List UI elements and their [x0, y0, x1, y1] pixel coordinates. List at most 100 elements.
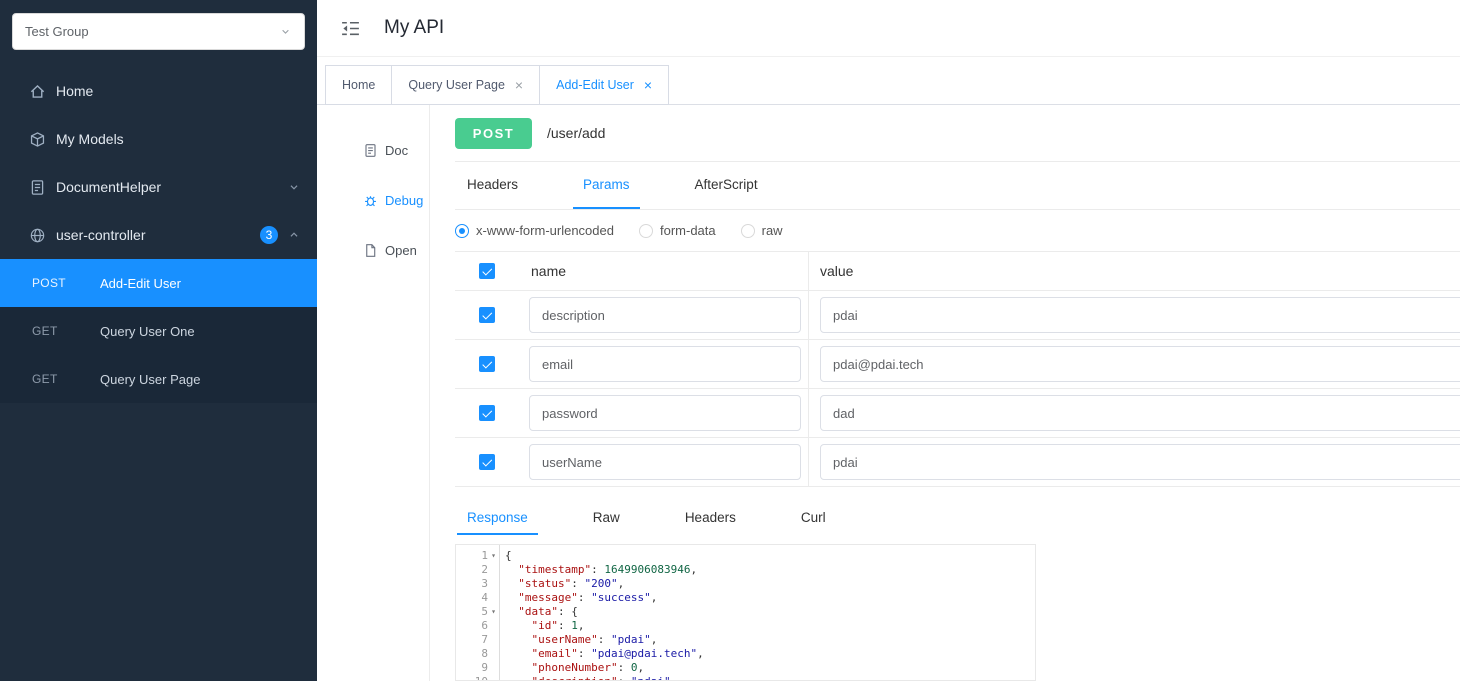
tab-curl[interactable]: Curl	[791, 502, 836, 535]
column-header-value: value	[820, 263, 853, 279]
radio-raw[interactable]: raw	[741, 223, 783, 238]
sidebar-item-documenthelper[interactable]: DocumentHelper	[0, 163, 317, 211]
editor-code-area: { "timestamp": 1649906083946, "status": …	[500, 545, 1035, 680]
tab-raw[interactable]: Raw	[583, 502, 630, 535]
bug-icon	[363, 193, 378, 208]
tab-afterscript[interactable]: AfterScript	[685, 162, 768, 209]
tab-label: Headers	[685, 510, 736, 525]
sidebar-subitem-add-edit-user[interactable]: POST Add-Edit User	[0, 259, 317, 307]
param-name-input[interactable]	[529, 395, 801, 431]
http-method-label: GET	[32, 324, 100, 338]
param-value-input[interactable]	[820, 395, 1460, 431]
code-line: "data": {	[505, 605, 1035, 619]
sidebar-item-home[interactable]: Home	[0, 67, 317, 115]
group-select-value: Test Group	[25, 24, 89, 39]
body-type-row: x-www-form-urlencoded form-data raw	[455, 210, 1460, 252]
group-select[interactable]: Test Group	[12, 13, 305, 50]
count-badge: 3	[260, 226, 278, 244]
workspace-tab-bar: Home Query User Page × Add-Edit User ×	[317, 57, 1460, 105]
param-checkbox[interactable]	[479, 405, 495, 421]
param-value-input[interactable]	[820, 346, 1460, 382]
globe-icon	[29, 227, 46, 244]
content-area: Doc Debug Open POST	[317, 105, 1460, 681]
radio-x-www-form-urlencoded[interactable]: x-www-form-urlencoded	[455, 223, 614, 238]
param-checkbox[interactable]	[479, 454, 495, 470]
tab-label: AfterScript	[695, 177, 758, 192]
code-line: "status": "200",	[505, 577, 1035, 591]
sidebar-item-label: user-controller	[56, 227, 145, 243]
sidebar-subitem-label: Add-Edit User	[100, 276, 181, 291]
response-code-editor[interactable]: 1▾ 2 3 4 5▾ 6 7 8 9 10 { "timestamp": 16…	[455, 544, 1036, 681]
param-name-input[interactable]	[529, 444, 801, 480]
params-table-header: name value	[455, 252, 1460, 291]
rail-item-label: Open	[385, 243, 417, 258]
param-value-input[interactable]	[820, 444, 1460, 480]
code-line: "email": "pdai@pdai.tech",	[505, 647, 1035, 661]
tab-query-user-page[interactable]: Query User Page ×	[391, 65, 540, 105]
sidebar-item-label: DocumentHelper	[56, 179, 161, 195]
close-icon[interactable]: ×	[515, 77, 523, 93]
app-window: Test Group Home My Models	[0, 0, 1460, 681]
code-line: "message": "success",	[505, 591, 1035, 605]
param-name-input[interactable]	[529, 297, 801, 333]
param-name-input[interactable]	[529, 346, 801, 382]
tab-label: Response	[467, 510, 528, 525]
request-path[interactable]: /user/add	[547, 125, 605, 141]
code-line: "id": 1,	[505, 619, 1035, 633]
sidebar-item-my-models[interactable]: My Models	[0, 115, 317, 163]
sidebar-subitem-query-user-one[interactable]: GET Query User One	[0, 307, 317, 355]
line-number: 7	[481, 633, 488, 647]
sidebar-item-user-controller[interactable]: user-controller 3	[0, 211, 317, 259]
fold-arrow-icon[interactable]: ▾	[488, 605, 499, 619]
line-number: 9	[481, 661, 488, 675]
close-icon[interactable]: ×	[644, 77, 652, 93]
radio-label: form-data	[660, 223, 716, 238]
sidebar-subitem-label: Query User Page	[100, 372, 200, 387]
param-checkbox[interactable]	[479, 307, 495, 323]
sidebar-menu: Home My Models DocumentHelper	[0, 67, 317, 259]
sidebar-subitem-query-user-page[interactable]: GET Query User Page	[0, 355, 317, 403]
code-line: "phoneNumber": 0,	[505, 661, 1035, 675]
cube-icon	[29, 131, 46, 148]
code-line: "description": "pdai",	[505, 675, 1035, 680]
tab-label: Home	[342, 78, 375, 92]
tab-label: Query User Page	[408, 78, 505, 92]
line-number: 4	[481, 591, 488, 605]
sidebar: Test Group Home My Models	[0, 0, 317, 681]
radio-form-data[interactable]: form-data	[639, 223, 716, 238]
rail-item-debug[interactable]: Debug	[317, 175, 429, 225]
rail-item-open[interactable]: Open	[317, 225, 429, 275]
param-row	[455, 340, 1460, 389]
param-checkbox[interactable]	[479, 356, 495, 372]
tab-headers[interactable]: Headers	[457, 162, 528, 209]
tab-label: Add-Edit User	[556, 78, 634, 92]
line-number: 2	[481, 563, 488, 577]
rail-item-doc[interactable]: Doc	[317, 125, 429, 175]
tab-response[interactable]: Response	[457, 502, 538, 535]
sidebar-item-label: My Models	[56, 131, 124, 147]
sidebar-submenu: POST Add-Edit User GET Query User One GE…	[0, 259, 317, 403]
document-icon	[363, 143, 378, 158]
sidebar-subitem-label: Query User One	[100, 324, 195, 339]
radio-selected-icon	[455, 224, 469, 238]
top-header: My API	[317, 0, 1460, 57]
radio-label: x-www-form-urlencoded	[476, 223, 614, 238]
param-row	[455, 438, 1460, 487]
fold-arrow-icon[interactable]: ▾	[488, 549, 499, 563]
line-number: 10	[475, 675, 488, 681]
param-row	[455, 291, 1460, 340]
rail-item-label: Doc	[385, 143, 408, 158]
tab-params[interactable]: Params	[573, 162, 640, 209]
line-number: 3	[481, 577, 488, 591]
http-method-button[interactable]: POST	[455, 118, 532, 149]
tab-response-headers[interactable]: Headers	[675, 502, 746, 535]
view-rail: Doc Debug Open	[317, 105, 430, 681]
http-method-label: POST	[32, 276, 100, 290]
param-value-input[interactable]	[820, 297, 1460, 333]
collapse-sidebar-icon[interactable]	[340, 19, 361, 38]
select-all-checkbox[interactable]	[479, 263, 495, 279]
tab-add-edit-user[interactable]: Add-Edit User ×	[539, 65, 669, 105]
line-number: 5	[481, 605, 488, 619]
main-area: My API Home Query User Page × Add-Edit U…	[317, 0, 1460, 681]
tab-home[interactable]: Home	[325, 65, 392, 105]
